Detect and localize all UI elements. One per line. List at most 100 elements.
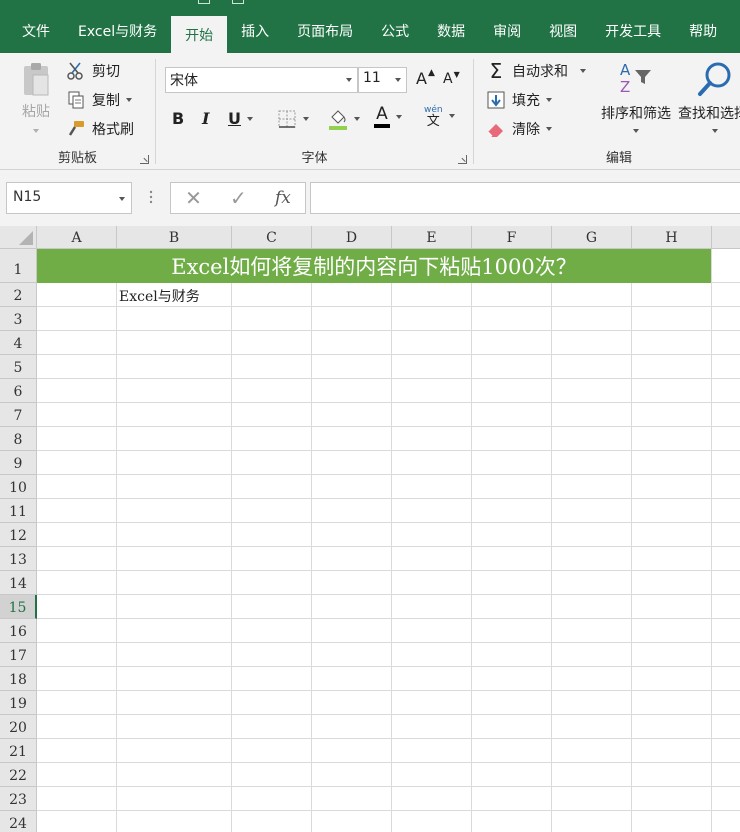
cancel-icon[interactable]: ✕ bbox=[185, 186, 202, 210]
row-header-13[interactable]: 13 bbox=[0, 547, 37, 571]
sort-filter-button[interactable]: A Z 排序和筛选 bbox=[598, 61, 674, 137]
row-header-7[interactable]: 7 bbox=[0, 403, 37, 427]
chevron-down-icon[interactable] bbox=[126, 98, 132, 102]
autosum-button[interactable]: Σ 自动求和 bbox=[486, 61, 586, 81]
chevron-down-icon[interactable] bbox=[303, 117, 309, 121]
find-select-button[interactable]: 查找和选择 bbox=[678, 61, 740, 137]
paste-button[interactable]: 粘贴 bbox=[18, 61, 54, 137]
copy-button[interactable]: 复制 bbox=[66, 90, 132, 110]
chevron-down-icon[interactable] bbox=[247, 116, 253, 121]
row-header-24[interactable]: 24 bbox=[0, 811, 37, 832]
chevron-down-icon[interactable] bbox=[396, 114, 402, 119]
row-header-16[interactable]: 16 bbox=[0, 619, 37, 643]
column-header-g[interactable]: G bbox=[552, 226, 632, 249]
underline-button[interactable]: U bbox=[228, 109, 253, 128]
tab-page-layout[interactable]: 页面布局 bbox=[283, 8, 367, 53]
worksheet-grid[interactable]: A B C D E F G H 1 2 3 4 5 6 7 8 9 10 11 12 13 14 15 16 17 18 19 20 2… bbox=[0, 226, 740, 832]
row-header-22[interactable]: 22 bbox=[0, 763, 37, 787]
borders-button[interactable] bbox=[277, 109, 309, 129]
italic-button[interactable]: I bbox=[202, 109, 209, 128]
row-header-11[interactable]: 11 bbox=[0, 499, 37, 523]
tab-home[interactable]: 开始 bbox=[171, 16, 228, 53]
chevron-down-icon[interactable] bbox=[395, 78, 401, 82]
column-header-c[interactable]: C bbox=[232, 226, 312, 249]
row-header-8[interactable]: 8 bbox=[0, 427, 37, 451]
tab-developer[interactable]: 开发工具 bbox=[591, 8, 675, 53]
format-painter-button[interactable]: 格式刷 bbox=[66, 119, 134, 139]
tab-view[interactable]: 视图 bbox=[535, 8, 591, 53]
chevron-down-icon[interactable] bbox=[448, 114, 455, 118]
increase-font-icon: A bbox=[416, 69, 427, 88]
chevron-down-icon[interactable] bbox=[119, 197, 125, 201]
dialog-launcher-icon[interactable] bbox=[458, 155, 467, 164]
chevron-down-icon[interactable] bbox=[546, 127, 552, 131]
bold-button[interactable]: B bbox=[172, 109, 184, 128]
row-header-20[interactable]: 20 bbox=[0, 715, 37, 739]
row-header-19[interactable]: 19 bbox=[0, 691, 37, 715]
row-header-1[interactable]: 1 bbox=[0, 249, 37, 283]
format-painter-icon bbox=[66, 119, 86, 139]
column-header-e[interactable]: E bbox=[392, 226, 472, 249]
column-header-a[interactable]: A bbox=[37, 226, 117, 249]
row-header-4[interactable]: 4 bbox=[0, 331, 37, 355]
tab-insert[interactable]: 插入 bbox=[227, 8, 283, 53]
font-size-combo[interactable]: 11 bbox=[358, 67, 407, 93]
title-banner-cell[interactable]: Excel如何将复制的内容向下粘贴1000次？ bbox=[37, 249, 711, 283]
font-size-value: 11 bbox=[363, 70, 381, 86]
row-header-15[interactable]: 15 bbox=[0, 595, 37, 619]
name-box-value: N15 bbox=[13, 189, 42, 205]
tab-file[interactable]: 文件 bbox=[0, 8, 64, 53]
chevron-down-icon[interactable] bbox=[354, 117, 360, 121]
fill-color-button[interactable] bbox=[328, 107, 360, 131]
tab-review[interactable]: 审阅 bbox=[479, 8, 535, 53]
name-box[interactable]: N15 bbox=[6, 182, 132, 214]
select-all-button[interactable] bbox=[0, 226, 37, 249]
column-header-overflow[interactable] bbox=[712, 226, 740, 249]
tab-help[interactable]: 帮助 bbox=[675, 8, 731, 53]
gridline bbox=[37, 618, 740, 619]
formula-input[interactable] bbox=[310, 182, 740, 214]
quick-access-icon[interactable] bbox=[232, 0, 244, 4]
row-header-6[interactable]: 6 bbox=[0, 379, 37, 403]
clipboard-icon bbox=[21, 61, 51, 97]
insert-function-icon[interactable]: fx bbox=[275, 188, 291, 208]
dialog-launcher-icon[interactable] bbox=[140, 155, 149, 164]
row-header-10[interactable]: 10 bbox=[0, 475, 37, 499]
tab-data[interactable]: 数据 bbox=[423, 8, 479, 53]
gridline bbox=[116, 249, 117, 832]
formula-bar-resize-handle[interactable] bbox=[148, 188, 154, 206]
row-header-18[interactable]: 18 bbox=[0, 667, 37, 691]
row-header-5[interactable]: 5 bbox=[0, 355, 37, 379]
fill-button[interactable]: 填充 bbox=[486, 90, 552, 110]
chevron-down-icon[interactable] bbox=[346, 78, 352, 82]
chevron-down-icon[interactable] bbox=[580, 69, 586, 73]
font-name-combo[interactable]: 宋体 bbox=[165, 67, 358, 93]
row-header-3[interactable]: 3 bbox=[0, 307, 37, 331]
tab-formulas[interactable]: 公式 bbox=[367, 8, 423, 53]
row-header-14[interactable]: 14 bbox=[0, 571, 37, 595]
enter-icon[interactable]: ✓ bbox=[230, 186, 247, 210]
column-header-d[interactable]: D bbox=[312, 226, 392, 249]
column-header-h[interactable]: H bbox=[632, 226, 712, 249]
row-header-21[interactable]: 21 bbox=[0, 739, 37, 763]
decrease-font-button[interactable]: A ▼ bbox=[443, 70, 460, 88]
row-header-2[interactable]: 2 bbox=[0, 283, 37, 307]
tab-excel-finance[interactable]: Excel与财务 bbox=[64, 8, 171, 53]
font-color-button[interactable]: A bbox=[374, 105, 402, 128]
quick-access-icon[interactable] bbox=[198, 0, 210, 4]
row-header-12[interactable]: 12 bbox=[0, 523, 37, 547]
clear-button[interactable]: 清除 bbox=[486, 119, 552, 139]
row-header-17[interactable]: 17 bbox=[0, 643, 37, 667]
clipboard-group-label: 剪贴板 bbox=[57, 151, 97, 166]
cut-button[interactable]: 剪切 bbox=[66, 61, 120, 81]
gridline bbox=[37, 738, 740, 739]
column-header-b[interactable]: B bbox=[117, 226, 232, 249]
increase-font-button[interactable]: A ▲ bbox=[416, 68, 435, 89]
cell-b2[interactable]: Excel与财务 bbox=[119, 286, 200, 306]
column-header-f[interactable]: F bbox=[472, 226, 552, 249]
ribbon-tabs: 文件 Excel与财务 开始 插入 页面布局 公式 数据 审阅 视图 开发工具 … bbox=[0, 8, 740, 53]
row-header-9[interactable]: 9 bbox=[0, 451, 37, 475]
phonetic-guide-button[interactable]: wén 文 bbox=[424, 105, 455, 128]
row-header-23[interactable]: 23 bbox=[0, 787, 37, 811]
chevron-down-icon[interactable] bbox=[546, 98, 552, 102]
